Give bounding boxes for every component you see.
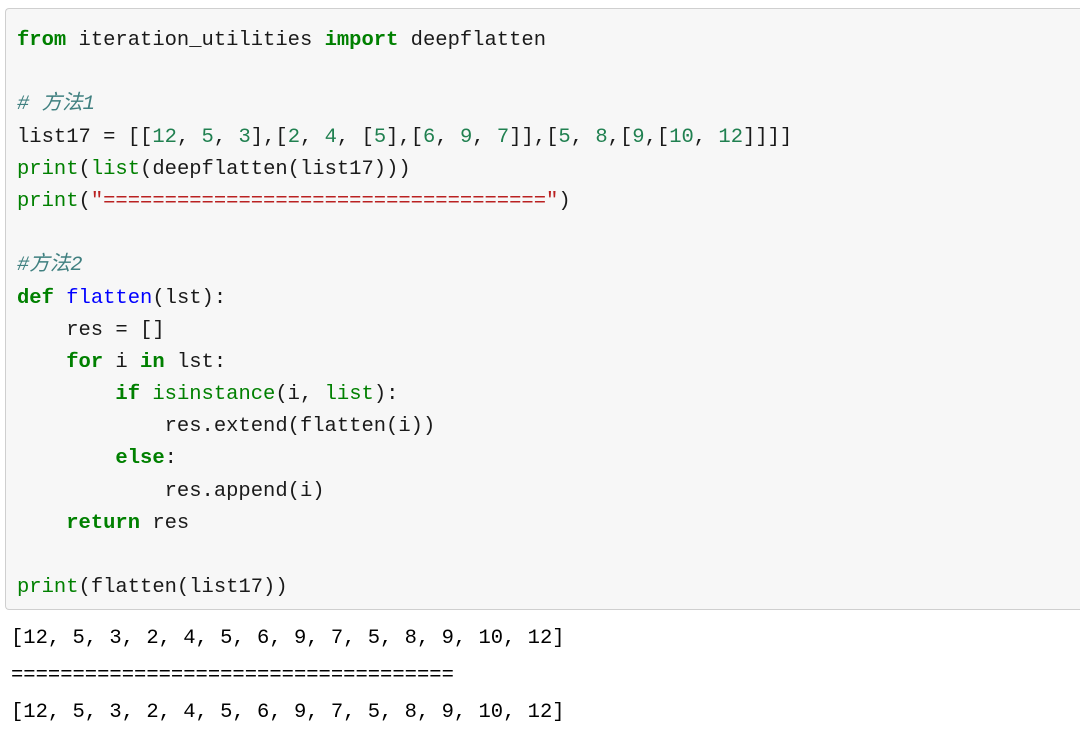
number: 5 bbox=[558, 125, 571, 149]
output-line: [12, 5, 3, 2, 4, 5, 6, 9, 7, 5, 8, 9, 10… bbox=[11, 627, 565, 650]
comment-method-2: #方法2 bbox=[17, 254, 83, 278]
loop-var: i bbox=[103, 350, 141, 374]
comment-method-1: # 方法1 bbox=[17, 93, 95, 117]
punct: , [ bbox=[336, 125, 374, 149]
builtin-list: list bbox=[90, 157, 141, 181]
call-res-append: res.append(i) bbox=[17, 479, 325, 503]
keyword-from: from bbox=[17, 29, 67, 52]
code-line-13: res.extend(flatten(i)) bbox=[17, 411, 1080, 443]
code-line-17-blank bbox=[17, 540, 1080, 572]
punct: , bbox=[472, 125, 497, 149]
punct: , bbox=[176, 125, 202, 149]
punct: , bbox=[570, 125, 596, 149]
punct: , bbox=[435, 125, 460, 149]
code-line-15: res.append(i) bbox=[17, 476, 1080, 508]
loop-iterable: lst: bbox=[164, 350, 227, 374]
code-line-14: else: bbox=[17, 443, 1080, 475]
code-input-cell[interactable]: from iteration_utilities import deepflat… bbox=[5, 8, 1080, 610]
builtin-print: print bbox=[17, 157, 79, 181]
punct: ,[ bbox=[644, 125, 670, 149]
number: 9 bbox=[459, 125, 473, 149]
code-line-3: # 方法1 bbox=[17, 89, 1080, 121]
code-line-16: return res bbox=[17, 508, 1080, 540]
number: 9 bbox=[632, 125, 645, 149]
number: 8 bbox=[595, 125, 608, 149]
punct: (i, bbox=[275, 383, 325, 407]
keyword-if: if bbox=[115, 383, 141, 407]
assign-res: res = [] bbox=[17, 318, 165, 342]
punct: ]]]] bbox=[743, 125, 793, 149]
builtin-print: print bbox=[17, 189, 79, 213]
code-line-18: print(flatten(list17)) bbox=[17, 572, 1080, 604]
call-deepflatten: (deepflatten(list17))) bbox=[140, 157, 411, 181]
notebook-page: from iteration_utilities import deepflat… bbox=[0, 0, 1080, 736]
code-line-8: #方法2 bbox=[17, 250, 1080, 282]
punct: ( bbox=[78, 157, 91, 181]
code-line-4: list17 = [[12, 5, 3],[2, 4, [5],[6, 9, 7… bbox=[17, 122, 1080, 154]
output-separator-line: ==================================== bbox=[11, 664, 454, 687]
number: 5 bbox=[373, 125, 387, 149]
code-line-1: from iteration_utilities import deepflat… bbox=[17, 25, 1080, 57]
number: 6 bbox=[423, 125, 436, 149]
keyword-import: import bbox=[324, 29, 399, 52]
variable-list17: list17 = [[ bbox=[17, 125, 153, 149]
number: 10 bbox=[669, 125, 694, 149]
punct: ],[ bbox=[250, 125, 288, 149]
code-line-5: print(list(deepflatten(list17))) bbox=[17, 154, 1080, 186]
punct: : bbox=[164, 447, 177, 471]
code-line-7-blank bbox=[17, 218, 1080, 250]
punct: , bbox=[213, 125, 239, 149]
number: 4 bbox=[324, 125, 337, 149]
punct: ( bbox=[78, 189, 91, 213]
builtin-isinstance: isinstance bbox=[152, 383, 276, 407]
punct: ],[ bbox=[386, 125, 424, 149]
punct: , bbox=[693, 125, 719, 149]
builtin-list: list bbox=[324, 383, 374, 407]
function-params: (lst): bbox=[152, 286, 227, 310]
builtin-print: print bbox=[17, 576, 79, 600]
code-line-10: res = [] bbox=[17, 315, 1080, 347]
code-line-6: print("=================================… bbox=[17, 186, 1080, 218]
function-name-flatten: flatten bbox=[66, 286, 153, 310]
code-line-11: for i in lst: bbox=[17, 347, 1080, 379]
number: 5 bbox=[201, 125, 214, 149]
punct: ,[ bbox=[607, 125, 633, 149]
call-flatten: (flatten(list17)) bbox=[78, 576, 288, 600]
output-line: [12, 5, 3, 2, 4, 5, 6, 9, 7, 5, 8, 9, 10… bbox=[11, 701, 565, 724]
keyword-in: in bbox=[140, 350, 165, 374]
return-value: res bbox=[140, 511, 190, 535]
separator-string-literal: "====================================" bbox=[90, 189, 559, 213]
module-name: iteration_utilities bbox=[66, 29, 325, 52]
keyword-for: for bbox=[66, 350, 104, 374]
number: 2 bbox=[287, 125, 300, 149]
number: 12 bbox=[718, 125, 744, 149]
punct: , bbox=[300, 125, 325, 149]
code-line-12: if isinstance(i, list): bbox=[17, 379, 1080, 411]
punct: ]],[ bbox=[509, 125, 559, 149]
code-line-9: def flatten(lst): bbox=[17, 283, 1080, 315]
punct: ): bbox=[373, 383, 399, 407]
call-res-extend: res.extend(flatten(i)) bbox=[17, 415, 436, 439]
cell-output-area: [12, 5, 3, 2, 4, 5, 6, 9, 7, 5, 8, 9, 10… bbox=[0, 620, 1080, 731]
number: 7 bbox=[496, 125, 510, 149]
imported-name: deepflatten bbox=[398, 29, 546, 52]
keyword-def: def bbox=[17, 286, 54, 310]
keyword-return: return bbox=[66, 511, 141, 535]
keyword-else: else bbox=[115, 447, 165, 471]
code-line-2-blank bbox=[17, 57, 1080, 89]
number: 3 bbox=[238, 125, 251, 149]
punct: ) bbox=[558, 189, 571, 213]
number: 12 bbox=[152, 125, 177, 149]
code-editor[interactable]: from iteration_utilities import deepflat… bbox=[6, 9, 1080, 609]
